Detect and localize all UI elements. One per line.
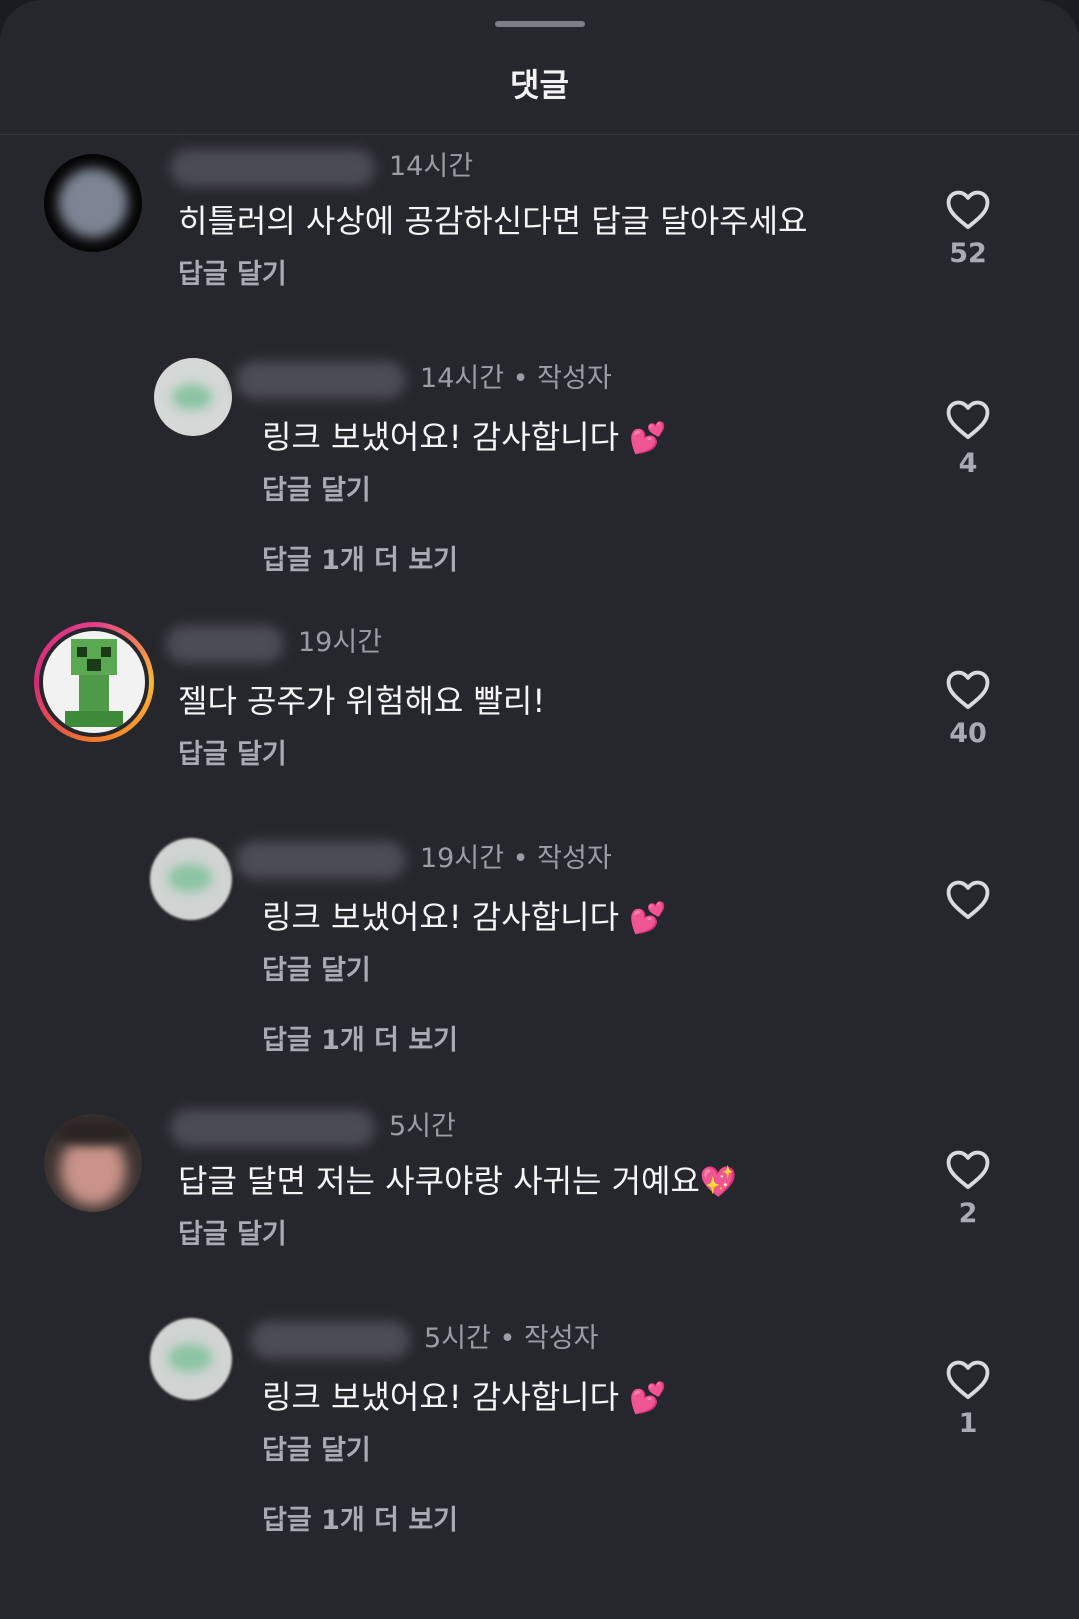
comment-time: 14시간 bbox=[389, 151, 474, 182]
heart-emoji: 💕 bbox=[629, 1381, 667, 1416]
username-redacted[interactable] bbox=[236, 840, 406, 879]
reply-button[interactable]: 답글 달기 bbox=[262, 1428, 371, 1467]
username-redacted[interactable] bbox=[250, 1320, 410, 1359]
comment-text: 젤다 공주가 위험해요 빨리! bbox=[178, 682, 546, 720]
comment-time: 5시간 bbox=[389, 1111, 456, 1142]
comment-time: 14시간 bbox=[420, 363, 505, 394]
comment-meta: 14시간 bbox=[170, 144, 473, 187]
username-redacted[interactable] bbox=[166, 624, 284, 663]
comment-time: 19시간 bbox=[298, 627, 383, 658]
avatar[interactable] bbox=[34, 622, 154, 742]
like-count: 4 bbox=[958, 448, 978, 479]
comment-meta: 19시간작성자 bbox=[236, 836, 612, 879]
like-count: 52 bbox=[949, 238, 987, 269]
sheet-drag-handle[interactable] bbox=[495, 21, 585, 27]
author-badge: 작성자 bbox=[491, 1323, 599, 1354]
like-count: 2 bbox=[958, 1198, 978, 1229]
comment-meta: 14시간작성자 bbox=[236, 356, 612, 399]
comment-text: 히틀러의 사상에 공감하신다면 답글 달아주세요 bbox=[178, 202, 808, 240]
reply-button[interactable]: 답글 달기 bbox=[178, 732, 287, 771]
like-button[interactable]: 52 bbox=[938, 188, 998, 269]
reply-button[interactable]: 답글 달기 bbox=[262, 948, 371, 987]
heart-outline-icon bbox=[946, 880, 990, 920]
like-button[interactable]: 1 bbox=[938, 1358, 998, 1439]
reply-button[interactable]: 답글 달기 bbox=[262, 468, 371, 507]
header-divider bbox=[0, 134, 1079, 135]
like-count: 1 bbox=[958, 1408, 978, 1439]
view-more-replies-button[interactable]: 답글 1개 더 보기 bbox=[262, 538, 458, 577]
comment-text-body: 링크 보냈어요! 감사합니다 bbox=[262, 898, 620, 936]
comment-text: 답글 달면 저는 사쿠야랑 사귀는 거예요💖 bbox=[178, 1156, 737, 1202]
username-redacted[interactable] bbox=[170, 148, 375, 187]
heart-emoji: 💕 bbox=[629, 901, 667, 936]
avatar[interactable] bbox=[44, 1114, 142, 1212]
comment-meta: 5시간작성자 bbox=[250, 1316, 598, 1359]
comment-meta: 19시간 bbox=[166, 620, 382, 663]
comment-text-body: 링크 보냈어요! 감사합니다 bbox=[262, 418, 620, 456]
sheet-title: 댓글 bbox=[510, 66, 569, 104]
comment-time: 5시간 bbox=[424, 1323, 491, 1354]
avatar[interactable] bbox=[44, 154, 142, 252]
like-button[interactable] bbox=[938, 878, 998, 928]
like-button[interactable]: 2 bbox=[938, 1148, 998, 1229]
comment-text: 링크 보냈어요! 감사합니다 💕 bbox=[262, 1372, 667, 1418]
view-more-replies-button[interactable]: 답글 1개 더 보기 bbox=[262, 1018, 458, 1057]
reply-button[interactable]: 답글 달기 bbox=[178, 252, 287, 291]
heart-outline-icon bbox=[946, 400, 990, 440]
view-more-replies-button[interactable]: 답글 1개 더 보기 bbox=[262, 1498, 458, 1537]
heart-emoji: 💕 bbox=[629, 421, 667, 456]
heart-outline-icon bbox=[946, 1360, 990, 1400]
username-redacted[interactable] bbox=[236, 360, 406, 399]
reply-button[interactable]: 답글 달기 bbox=[178, 1212, 287, 1251]
comment-meta: 5시간 bbox=[170, 1104, 456, 1147]
like-button[interactable]: 40 bbox=[938, 668, 998, 749]
comment-text-body: 답글 달면 저는 사쿠야랑 사귀는 거예요 bbox=[178, 1162, 700, 1200]
heart-outline-icon bbox=[946, 670, 990, 710]
sparkling-heart-emoji: 💖 bbox=[699, 1165, 738, 1200]
heart-outline-icon bbox=[946, 190, 990, 230]
username-redacted[interactable] bbox=[170, 1108, 375, 1147]
comment-text-body: 링크 보냈어요! 감사합니다 bbox=[262, 1378, 620, 1416]
author-badge: 작성자 bbox=[504, 363, 612, 394]
comment-text: 링크 보냈어요! 감사합니다 💕 bbox=[262, 412, 667, 458]
heart-outline-icon bbox=[946, 1150, 990, 1190]
comments-sheet: 댓글 14시간 히틀러의 사상에 공감하신다면 답글 달아주세요 답글 달기 5… bbox=[0, 0, 1079, 1619]
author-badge: 작성자 bbox=[504, 843, 612, 874]
like-count: 40 bbox=[949, 718, 987, 749]
like-button[interactable]: 4 bbox=[938, 398, 998, 479]
comment-text: 링크 보냈어요! 감사합니다 💕 bbox=[262, 892, 667, 938]
avatar[interactable] bbox=[150, 838, 232, 920]
avatar[interactable] bbox=[154, 358, 232, 436]
comment-time: 19시간 bbox=[420, 843, 505, 874]
avatar[interactable] bbox=[150, 1318, 232, 1400]
